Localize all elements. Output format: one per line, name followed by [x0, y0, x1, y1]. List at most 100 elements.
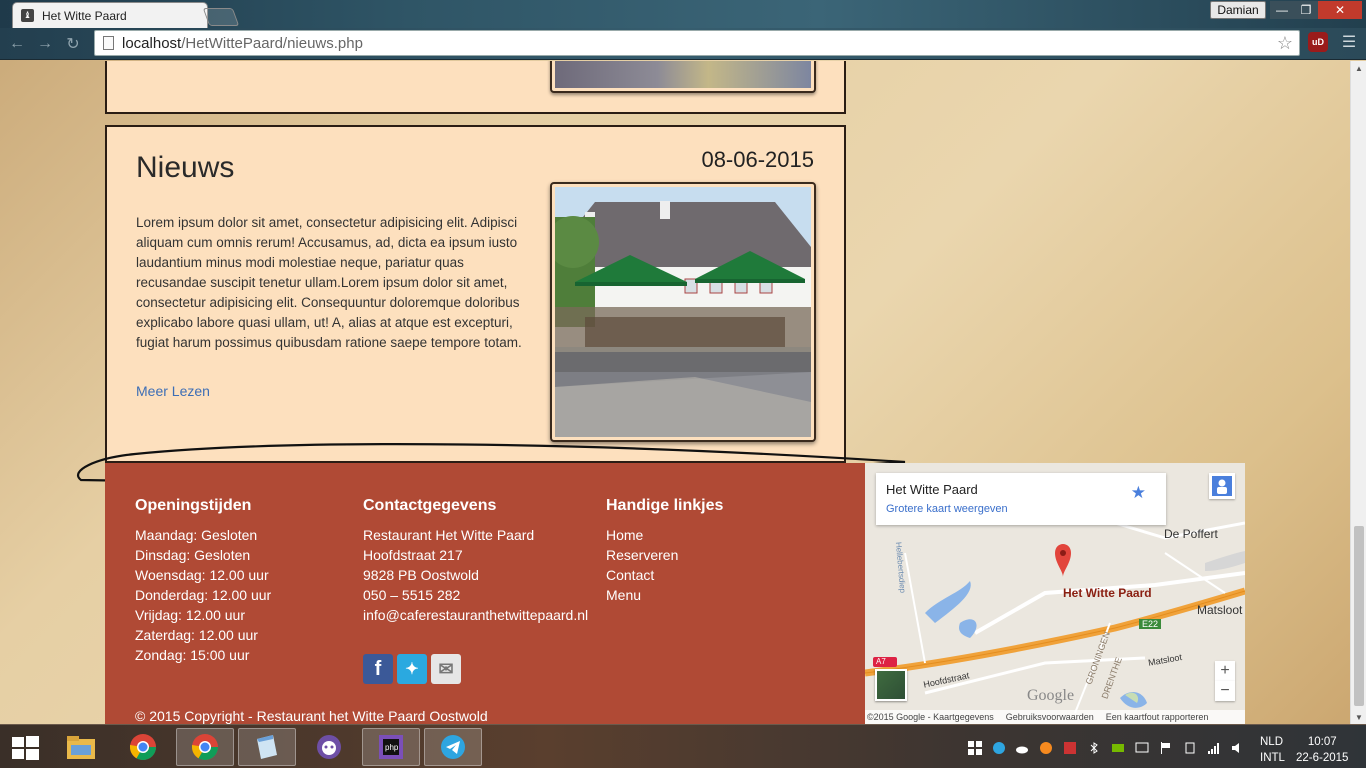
contact-email[interactable]: info@caferestauranthetwittepaard.nl: [363, 605, 588, 625]
report-error-link[interactable]: Een kaartfout rapporteren: [1106, 712, 1209, 722]
hours-line: Zaterdag: 12.00 uur: [135, 627, 258, 643]
highway-shield: A7: [876, 657, 886, 666]
svg-text:php: php: [385, 743, 399, 752]
telegram-icon[interactable]: [424, 728, 482, 766]
footer-link-home[interactable]: Home: [606, 525, 723, 545]
flag-icon[interactable]: [1159, 741, 1173, 755]
language-indicator[interactable]: NLD INTL: [1260, 734, 1285, 766]
address-bar[interactable]: localhost/HetWittePaard/nieuws.php ☆: [94, 30, 1300, 56]
news-image-previous: [550, 61, 816, 93]
footer-link-contact[interactable]: Contact: [606, 565, 723, 585]
github-cat-icon[interactable]: [300, 728, 358, 766]
map-label: De Poffert: [1164, 527, 1218, 541]
bookmark-star-icon[interactable]: ☆: [1277, 33, 1293, 54]
page-viewport: Nieuws 08-06-2015 Lorem ipsum dolor sit …: [0, 61, 1350, 724]
footer-link-menu[interactable]: Menu: [606, 585, 723, 605]
windows-icon[interactable]: [968, 741, 982, 755]
footer-link-reserveren[interactable]: Reserveren: [606, 545, 723, 565]
reload-icon[interactable]: ↻: [62, 34, 84, 54]
site-footer: Openingstijden Maandag: Gesloten Dinsdag…: [105, 463, 865, 724]
chrome-menu-icon[interactable]: ☰: [1340, 33, 1358, 51]
bluetooth-icon[interactable]: [1087, 741, 1101, 755]
maximize-button[interactable]: ❐: [1294, 1, 1318, 19]
contact-line: Hoofdstraat 217: [363, 547, 463, 563]
map-marker-label: Het Witte Paard: [1063, 586, 1152, 600]
pegman-icon[interactable]: [1209, 473, 1235, 499]
hours-line: Zondag: 15:00 uur: [135, 647, 250, 663]
zoom-out-button[interactable]: −: [1215, 681, 1235, 701]
map-place-card: Het Witte Paard Grotere kaart weergeven …: [876, 473, 1166, 525]
satellite-toggle-button[interactable]: [875, 669, 907, 701]
scrollbar-thumb[interactable]: [1354, 526, 1364, 706]
minimize-button[interactable]: —: [1270, 1, 1294, 19]
news-title: Nieuws: [136, 151, 235, 184]
map-attribution: ©2015 Google - Kaartgegevens: [867, 712, 994, 722]
zoom-in-button[interactable]: +: [1215, 661, 1235, 681]
vertical-scrollbar[interactable]: ▲ ▼: [1350, 61, 1366, 724]
scroll-down-icon[interactable]: ▼: [1351, 710, 1366, 724]
hours-line: Vrijdag: 12.00 uur: [135, 607, 245, 623]
facebook-icon[interactable]: f: [363, 654, 393, 684]
contact-column: Contactgegevens Restaurant Het Witte Paa…: [363, 497, 588, 625]
news-body: Lorem ipsum dolor sit amet, consectetur …: [136, 215, 522, 350]
avast-icon[interactable]: [1039, 741, 1053, 755]
clock-date: 22-6-2015: [1296, 752, 1349, 764]
ublock-extension-icon[interactable]: uD: [1308, 32, 1328, 52]
alert-icon[interactable]: [1063, 741, 1077, 755]
terms-link[interactable]: Gebruiksvoorwaarden: [1006, 712, 1094, 722]
signal-icon[interactable]: [1207, 741, 1221, 755]
file-explorer-icon[interactable]: [52, 728, 110, 766]
url-path: /HetWittePaard/nieuws.php: [181, 34, 363, 52]
url-host: localhost: [122, 34, 182, 52]
profile-button[interactable]: Damian: [1210, 1, 1266, 19]
restaurant-photo: [555, 187, 811, 437]
hours-line: Woensdag: 12.00 uur: [135, 567, 269, 583]
chrome-active-icon[interactable]: [176, 728, 234, 766]
forward-icon[interactable]: →: [34, 34, 56, 54]
map-place-name: Het Witte Paard: [886, 482, 978, 497]
browser-tab[interactable]: ♝ Het Witte Paard: [12, 2, 208, 28]
contact-title: Contactgegevens: [363, 497, 497, 514]
hours-line: Dinsdag: Gesloten: [135, 547, 251, 563]
news-photo: [550, 182, 816, 442]
map-footer: ©2015 Google - Kaartgegevens Gebruiksvoo…: [865, 710, 1245, 724]
notepad-icon[interactable]: [238, 728, 296, 766]
twitter-icon[interactable]: ✦: [397, 654, 427, 684]
windows-start-icon[interactable]: [10, 735, 40, 761]
google-logo: Google: [1027, 687, 1075, 704]
site-favicon-icon: ♝: [21, 9, 34, 22]
system-clock[interactable]: 10:07 22-6-2015: [1296, 734, 1348, 766]
larger-map-link[interactable]: Grotere kaart weergeven: [886, 503, 1008, 515]
new-tab-button[interactable]: [202, 8, 240, 26]
phpstorm-icon[interactable]: php: [362, 728, 420, 766]
useful-links-column: Handige linkjes Home Reserveren Contact …: [606, 497, 723, 605]
highway-shield: E22: [1139, 619, 1162, 629]
keyboard-layout: INTL: [1260, 752, 1285, 764]
contact-line: Restaurant Het Witte Paard: [363, 527, 535, 543]
news-card-previous: [105, 61, 846, 114]
browser-toolbar: ← → ↻ localhost/HetWittePaard/nieuws.php…: [0, 28, 1366, 60]
language-code: NLD: [1260, 736, 1284, 748]
map-label: Matsloot: [1197, 603, 1243, 617]
mail-icon[interactable]: ✉: [431, 654, 461, 684]
onedrive-icon[interactable]: [1015, 741, 1029, 755]
browser-titlebar: ♝ Het Witte Paard Damian — ❐ ✕: [0, 0, 1366, 28]
page-icon: [103, 36, 114, 50]
google-map[interactable]: Het Witte Paard Grotere kaart weergeven …: [865, 463, 1245, 724]
hours-line: Maandag: Gesloten: [135, 527, 258, 543]
save-star-icon[interactable]: ★: [1131, 483, 1146, 503]
close-window-button[interactable]: ✕: [1318, 1, 1362, 19]
read-more-link[interactable]: Meer Lezen: [136, 383, 210, 399]
back-icon[interactable]: ←: [6, 34, 28, 54]
chrome-icon[interactable]: [114, 728, 172, 766]
hours-line: Donderdag: 12.00 uur: [135, 587, 272, 603]
telegram-tray-icon[interactable]: [992, 741, 1006, 755]
scroll-up-icon[interactable]: ▲: [1351, 61, 1366, 75]
nvidia-icon[interactable]: [1111, 741, 1125, 755]
power-icon[interactable]: [1183, 741, 1197, 755]
opening-hours-title: Openingstijden: [135, 497, 252, 514]
news-card: Nieuws 08-06-2015 Lorem ipsum dolor sit …: [105, 125, 846, 463]
volume-icon[interactable]: [1231, 741, 1245, 755]
contact-line: 9828 PB Oostwold: [363, 567, 479, 583]
display-icon[interactable]: [1135, 741, 1149, 755]
